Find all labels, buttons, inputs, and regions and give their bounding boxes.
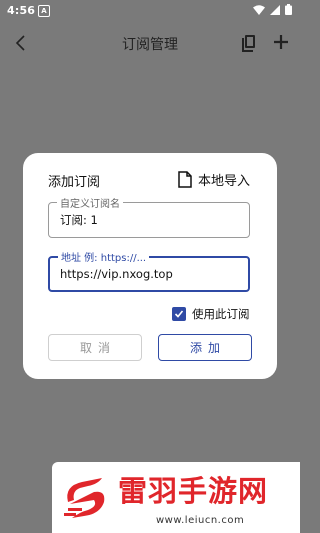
app-notification-icon: A (38, 5, 50, 17)
watermark-logo-icon (64, 478, 105, 518)
checkbox-checked-icon[interactable] (172, 307, 186, 321)
subscription-name-input[interactable] (60, 203, 240, 237)
add-button[interactable]: 添加 (158, 334, 252, 361)
local-import-button[interactable]: 本地导入 (178, 170, 250, 189)
wifi-icon (253, 4, 265, 15)
local-import-label: 本地导入 (198, 174, 251, 189)
status-time: 4:56 (7, 4, 36, 17)
subscription-name-field[interactable]: 自定义订阅名 (48, 195, 250, 238)
subscription-url-field[interactable]: 地址 例: https://... (48, 249, 250, 292)
watermark-title: 雷羽手游网 (118, 474, 269, 508)
dialog-title: 添加订阅 (48, 175, 101, 190)
top-app-bar: 订阅管理 (0, 22, 300, 66)
subscription-url-input[interactable] (60, 258, 240, 290)
site-watermark: 雷羽手游网 www.leiucn.com (52, 462, 300, 533)
watermark-url: www.leiucn.com (156, 515, 245, 526)
status-bar: 4:56 A (0, 0, 300, 22)
signal-icon (270, 4, 280, 15)
cancel-button[interactable]: 取消 (48, 334, 142, 361)
file-icon (178, 171, 192, 188)
use-subscription-label: 使用此订阅 (192, 307, 250, 321)
add-subscription-dialog: 添加订阅 本地导入 自定义订阅名 地址 例: https://... 使用此订阅… (23, 153, 277, 379)
add-icon[interactable] (271, 32, 291, 52)
system-icons (253, 4, 292, 15)
paste-icon[interactable] (239, 33, 259, 53)
battery-icon (285, 4, 292, 15)
use-subscription-checkbox[interactable]: 使用此订阅 (172, 306, 250, 322)
